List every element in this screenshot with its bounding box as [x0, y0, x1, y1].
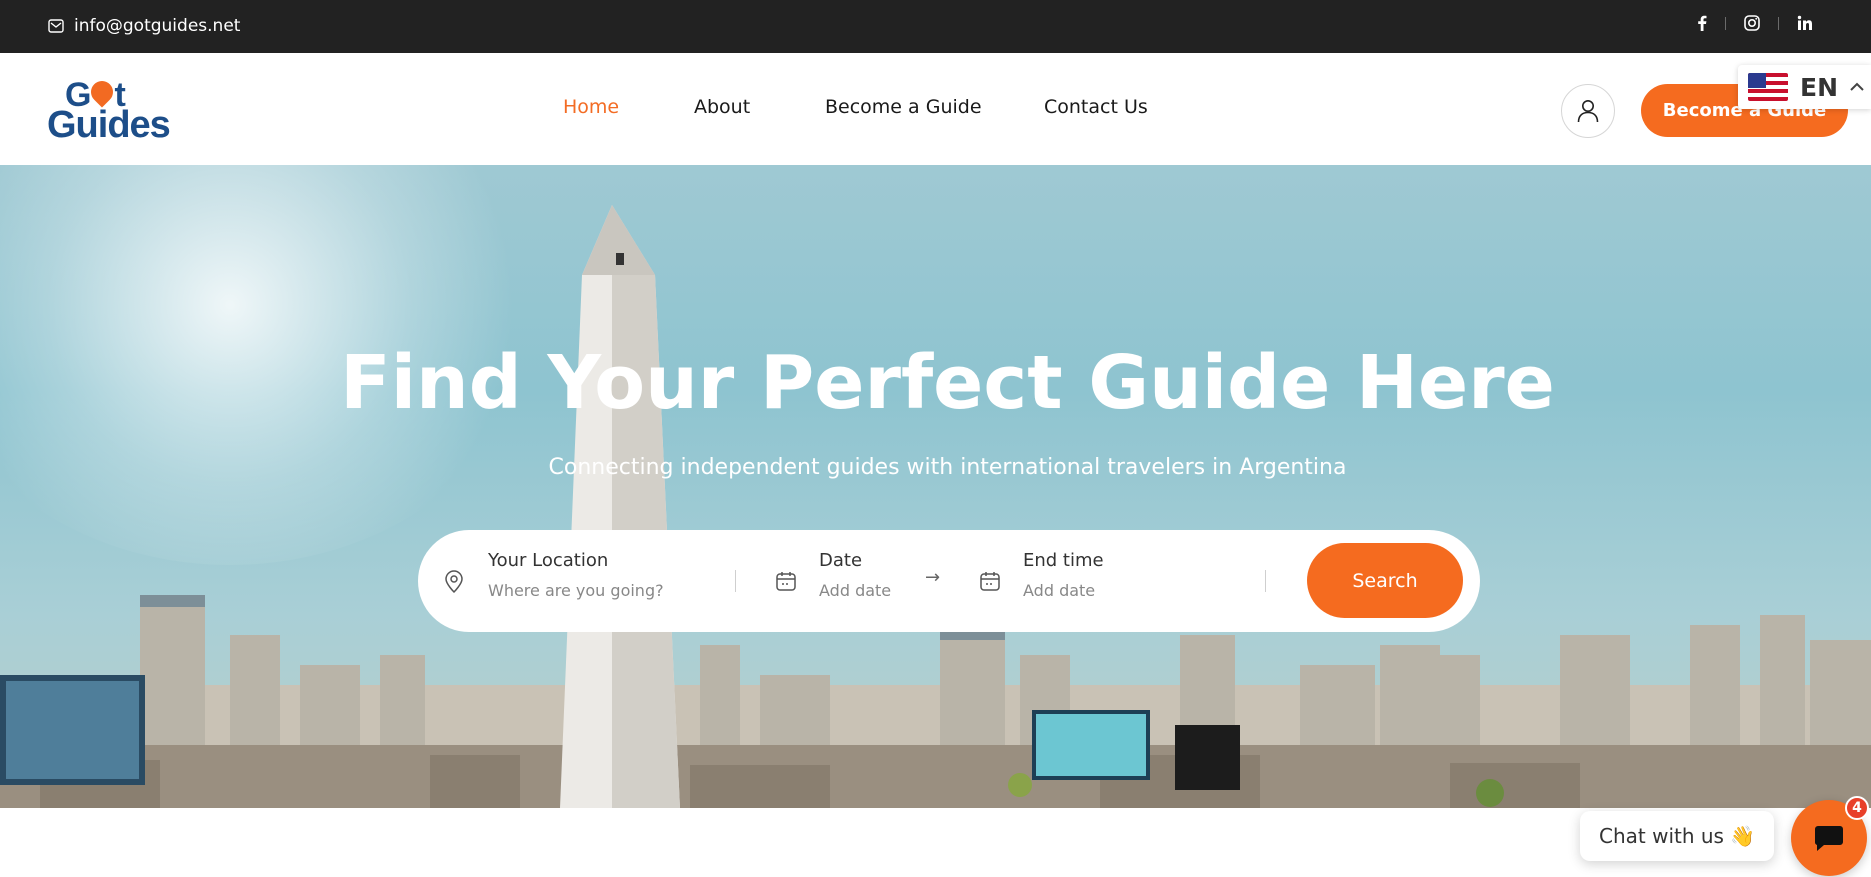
logo[interactable]: Gt Guides [47, 76, 187, 146]
instagram-icon[interactable] [1744, 15, 1760, 31]
nav-become-guide[interactable]: Become a Guide [825, 96, 1044, 118]
search-bar: Your Location Where are you going? Date … [418, 530, 1480, 632]
search-button[interactable]: Search [1307, 543, 1463, 618]
facebook-icon[interactable] [1697, 15, 1707, 31]
location-input[interactable]: Where are you going? [488, 581, 664, 600]
divider [1725, 16, 1726, 30]
end-time-input[interactable]: Add date [1023, 581, 1104, 600]
city-skyline-image [0, 205, 1871, 808]
contact-email[interactable]: info@gotguides.net [48, 16, 240, 36]
logo-text-bottom: Guides [47, 104, 171, 146]
user-account-button[interactable] [1561, 84, 1615, 138]
language-code: EN [1800, 72, 1839, 102]
nav-home[interactable]: Home [563, 96, 694, 118]
location-field[interactable]: Your Location Where are you going? [488, 550, 664, 600]
chevron-up-icon [1850, 82, 1864, 91]
email-text: info@gotguides.net [74, 16, 241, 36]
end-time-label: End time [1023, 550, 1104, 571]
divider [1265, 570, 1266, 592]
top-bar: info@gotguides.net [0, 0, 1871, 53]
us-flag-icon [1748, 73, 1788, 101]
date-label: Date [819, 550, 863, 571]
social-links [1697, 15, 1813, 31]
chat-icon [1814, 826, 1843, 851]
language-switcher[interactable]: EN [1738, 65, 1871, 109]
date-input[interactable]: Add date [819, 581, 891, 600]
divider [735, 570, 736, 592]
divider [1778, 16, 1779, 30]
arrow-right-icon: → [925, 567, 941, 588]
map-pin-icon [86, 76, 119, 108]
hero-subtitle: Connecting independent guides with inter… [548, 455, 1347, 480]
end-time-field[interactable]: End time Add date [1023, 550, 1104, 600]
user-icon [1577, 100, 1599, 123]
site-header: Gt Guides Home About Become a Guide Cont… [0, 53, 1871, 165]
notification-badge: 4 [1845, 796, 1869, 820]
chat-prompt[interactable]: Chat with us 👋 [1580, 811, 1774, 861]
date-field[interactable]: Date Add date [819, 550, 891, 600]
location-label: Your Location [488, 550, 609, 571]
hero-section: Find Your Perfect Guide Here Connecting … [0, 165, 1871, 808]
calendar-icon [776, 572, 796, 591]
main-nav: Home About Become a Guide Contact Us [563, 96, 1148, 118]
hero-title: Find Your Perfect Guide Here [340, 340, 1555, 426]
mail-icon [48, 19, 64, 33]
linkedin-icon[interactable] [1797, 15, 1813, 31]
location-pin-icon [445, 570, 463, 594]
calendar-icon [980, 572, 1000, 591]
nav-contact[interactable]: Contact Us [1044, 96, 1148, 118]
nav-about[interactable]: About [694, 96, 825, 118]
